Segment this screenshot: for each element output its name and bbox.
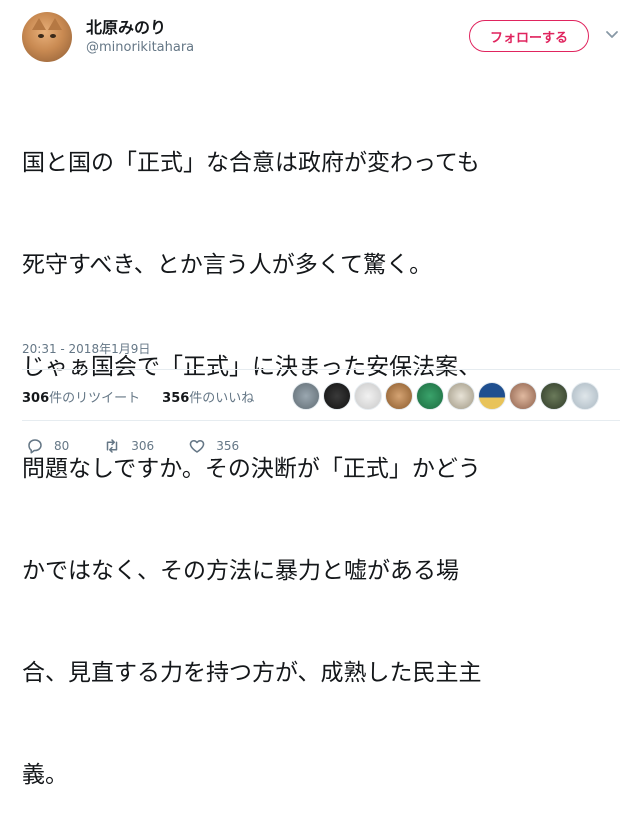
retweets-label: 件のリツイート	[49, 391, 141, 406]
reply-button[interactable]: 80	[26, 437, 69, 455]
likes-label: 件のいいね	[189, 391, 255, 406]
retweets-count: 306	[22, 391, 50, 406]
display-name[interactable]: 北原みのり	[86, 14, 166, 38]
liker-avatar[interactable]	[323, 382, 351, 410]
tweet-timestamp[interactable]: 20:31 - 2018年1月9日	[22, 340, 150, 357]
reply-icon	[28, 439, 42, 454]
tweet-line: 義。	[22, 762, 68, 788]
profile-avatar[interactable]	[22, 12, 72, 62]
reply-count: 80	[54, 439, 70, 453]
liker-avatar[interactable]	[385, 382, 413, 410]
liker-avatar[interactable]	[354, 382, 382, 410]
liker-avatars	[292, 382, 599, 410]
user-handle[interactable]: @minorikitahara	[86, 40, 194, 55]
tweet-stats: 306件のリツイート 356件のいいね	[22, 387, 254, 406]
retweet-count: 306	[131, 439, 155, 453]
tweet-line: かではなく、その方法に暴力と嘘がある場	[22, 558, 459, 584]
tweet-line: 合、見直する力を持つ方が、成熟した民主主	[22, 660, 482, 686]
tweet-line: 問題なしですか。その決断が「正式」かどう	[22, 456, 481, 482]
liker-avatar[interactable]	[509, 382, 537, 410]
liker-avatar[interactable]	[416, 382, 444, 410]
follow-button[interactable]: フォローする	[469, 20, 589, 52]
divider	[22, 420, 620, 421]
divider	[22, 369, 620, 370]
retweet-button[interactable]: 306	[103, 437, 154, 455]
liker-avatar[interactable]	[447, 382, 475, 410]
tweet-line: 死守すべき、とか言う人が多くて驚く。	[22, 252, 433, 278]
liker-avatar[interactable]	[292, 382, 320, 410]
liker-avatar[interactable]	[571, 382, 599, 410]
tweet-line: 国と国の「正式」な合意は政府が変わっても	[22, 150, 480, 176]
likes-count: 356	[162, 391, 190, 406]
retweet-icon	[107, 439, 118, 453]
liker-avatar[interactable]	[478, 382, 506, 410]
liker-avatar[interactable]	[540, 382, 568, 410]
likes-stat[interactable]: 356件のいいね	[162, 387, 254, 406]
chevron-down-icon[interactable]	[604, 26, 620, 42]
tweet-actions: 80 306 356	[26, 437, 273, 455]
heart-icon	[189, 440, 205, 453]
like-button[interactable]: 356	[188, 437, 239, 455]
like-count: 356	[216, 439, 240, 453]
retweets-stat[interactable]: 306件のリツイート	[22, 387, 140, 406]
